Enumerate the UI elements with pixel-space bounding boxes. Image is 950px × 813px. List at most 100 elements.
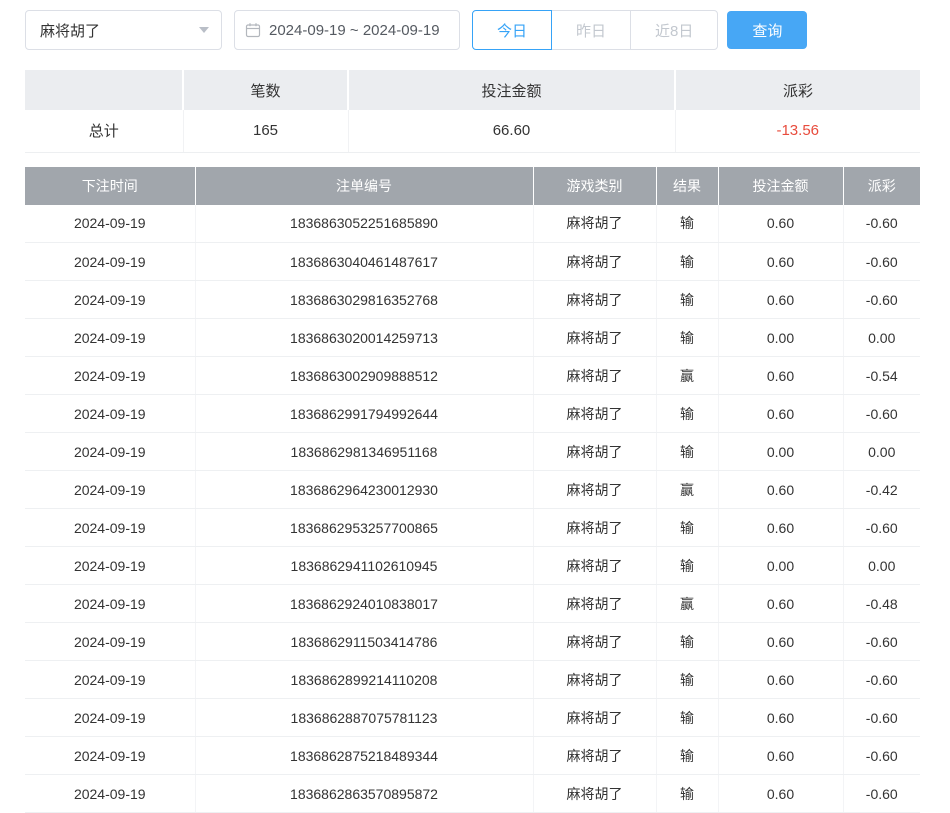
table-row: 2024-09-191836862953257700865麻将胡了输0.60-0…: [25, 509, 920, 547]
cell-date: 2024-09-19: [25, 509, 195, 547]
cell-date: 2024-09-19: [25, 775, 195, 813]
yesterday-button[interactable]: 昨日: [551, 10, 631, 50]
cell-order-id: 1836863029816352768: [195, 281, 533, 319]
cell-game: 麻将胡了: [533, 699, 656, 737]
cell-game: 麻将胡了: [533, 509, 656, 547]
table-row: 2024-09-191836863052251685890麻将胡了输0.60-0…: [25, 205, 920, 243]
cell-game: 麻将胡了: [533, 547, 656, 585]
bet-records-table: 下注时间 注单编号 游戏类别 结果 投注金额 派彩 2024-09-191836…: [25, 167, 920, 813]
cell-payout: -0.60: [843, 661, 920, 699]
table-row: 2024-09-191836862911503414786麻将胡了输0.60-0…: [25, 623, 920, 661]
cell-result: 输: [656, 737, 718, 775]
cell-game: 麻将胡了: [533, 357, 656, 395]
cell-payout: -0.60: [843, 509, 920, 547]
cell-payout: -0.60: [843, 281, 920, 319]
cell-order-id: 1836863052251685890: [195, 205, 533, 243]
cell-bet: 0.60: [718, 471, 843, 509]
cell-payout: -0.54: [843, 357, 920, 395]
cell-result: 输: [656, 775, 718, 813]
cell-result: 输: [656, 395, 718, 433]
quick-date-button-group: 今日 昨日 近8日: [472, 10, 718, 50]
cell-result: 赢: [656, 357, 718, 395]
table-row: 2024-09-191836862924010838017麻将胡了赢0.60-0…: [25, 585, 920, 623]
cell-game: 麻将胡了: [533, 775, 656, 813]
cell-bet: 0.60: [718, 775, 843, 813]
cell-payout: -0.60: [843, 699, 920, 737]
summary-total-payout: -13.56: [675, 110, 920, 152]
cell-date: 2024-09-19: [25, 319, 195, 357]
cell-game: 麻将胡了: [533, 623, 656, 661]
filter-bar: 麻将胡了 2024-09-19 ~ 2024-09-19 今日 昨日 近8日 查…: [25, 10, 920, 50]
table-row: 2024-09-191836862981346951168麻将胡了输0.000.…: [25, 433, 920, 471]
cell-order-id: 1836862953257700865: [195, 509, 533, 547]
cell-order-id: 1836862924010838017: [195, 585, 533, 623]
query-button[interactable]: 查询: [727, 11, 807, 49]
cell-payout: -0.60: [843, 205, 920, 243]
cell-game: 麻将胡了: [533, 395, 656, 433]
cell-payout: -0.60: [843, 395, 920, 433]
cell-date: 2024-09-19: [25, 737, 195, 775]
game-select-value: 麻将胡了: [40, 20, 100, 41]
table-row: 2024-09-191836862991794992644麻将胡了输0.60-0…: [25, 395, 920, 433]
cell-bet: 0.60: [718, 623, 843, 661]
cell-bet: 0.60: [718, 395, 843, 433]
date-range-value: 2024-09-19 ~ 2024-09-19: [269, 22, 440, 39]
cell-bet: 0.00: [718, 433, 843, 471]
cell-date: 2024-09-19: [25, 433, 195, 471]
cell-date: 2024-09-19: [25, 395, 195, 433]
cell-bet: 0.60: [718, 281, 843, 319]
summary-header-row: 笔数 投注金额 派彩: [25, 70, 920, 110]
cell-order-id: 1836862964230012930: [195, 471, 533, 509]
cell-order-id: 1836863040461487617: [195, 243, 533, 281]
table-row: 2024-09-191836862964230012930麻将胡了赢0.60-0…: [25, 471, 920, 509]
cell-bet: 0.60: [718, 699, 843, 737]
date-range-input[interactable]: 2024-09-19 ~ 2024-09-19: [234, 10, 460, 50]
summary-table: 笔数 投注金额 派彩 总计 165 66.60 -13.56: [25, 70, 920, 153]
header-bet-time: 下注时间: [25, 167, 195, 205]
calendar-icon: [245, 22, 261, 38]
cell-payout: 0.00: [843, 433, 920, 471]
cell-payout: 0.00: [843, 547, 920, 585]
cell-bet: 0.60: [718, 509, 843, 547]
cell-bet: 0.60: [718, 661, 843, 699]
cell-order-id: 1836862875218489344: [195, 737, 533, 775]
last-8-days-button[interactable]: 近8日: [630, 10, 718, 50]
cell-game: 麻将胡了: [533, 433, 656, 471]
summary-header-payout: 派彩: [675, 70, 920, 110]
cell-order-id: 1836862941102610945: [195, 547, 533, 585]
table-row: 2024-09-191836863040461487617麻将胡了输0.60-0…: [25, 243, 920, 281]
cell-game: 麻将胡了: [533, 243, 656, 281]
cell-result: 输: [656, 281, 718, 319]
cell-date: 2024-09-19: [25, 357, 195, 395]
cell-payout: -0.60: [843, 737, 920, 775]
header-result: 结果: [656, 167, 718, 205]
summary-header-bet-amount: 投注金额: [348, 70, 675, 110]
cell-order-id: 1836862899214110208: [195, 661, 533, 699]
header-order-id: 注单编号: [195, 167, 533, 205]
summary-total-count: 165: [183, 110, 348, 152]
table-row: 2024-09-191836862941102610945麻将胡了输0.000.…: [25, 547, 920, 585]
cell-order-id: 1836863002909888512: [195, 357, 533, 395]
page-container: 麻将胡了 2024-09-19 ~ 2024-09-19 今日 昨日 近8日 查…: [25, 10, 920, 813]
summary-header-empty: [25, 70, 183, 110]
cell-date: 2024-09-19: [25, 585, 195, 623]
cell-payout: -0.60: [843, 775, 920, 813]
cell-date: 2024-09-19: [25, 243, 195, 281]
cell-date: 2024-09-19: [25, 547, 195, 585]
cell-bet: 0.60: [718, 243, 843, 281]
table-row: 2024-09-191836862887075781123麻将胡了输0.60-0…: [25, 699, 920, 737]
cell-bet: 0.60: [718, 205, 843, 243]
cell-order-id: 1836862981346951168: [195, 433, 533, 471]
cell-game: 麻将胡了: [533, 471, 656, 509]
today-button[interactable]: 今日: [472, 10, 552, 50]
chevron-down-icon: [199, 27, 209, 33]
table-row: 2024-09-191836862875218489344麻将胡了输0.60-0…: [25, 737, 920, 775]
game-select[interactable]: 麻将胡了: [25, 10, 222, 50]
table-row: 2024-09-191836863029816352768麻将胡了输0.60-0…: [25, 281, 920, 319]
cell-result: 输: [656, 699, 718, 737]
cell-payout: -0.42: [843, 471, 920, 509]
cell-result: 输: [656, 509, 718, 547]
cell-date: 2024-09-19: [25, 205, 195, 243]
table-row: 2024-09-191836863020014259713麻将胡了输0.000.…: [25, 319, 920, 357]
cell-date: 2024-09-19: [25, 661, 195, 699]
